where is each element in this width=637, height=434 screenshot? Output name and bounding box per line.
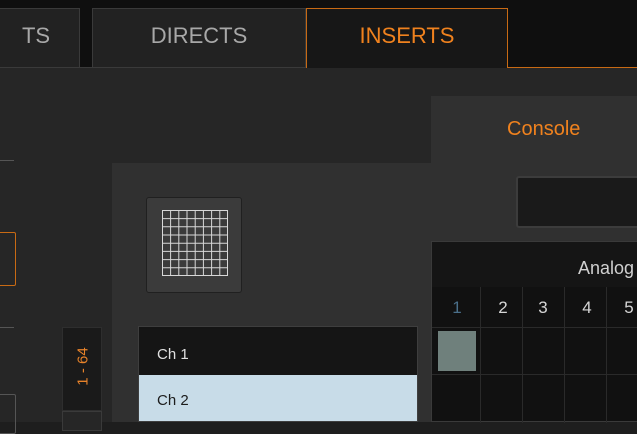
left-side-button[interactable] bbox=[0, 394, 16, 434]
range-tab-1-64[interactable]: 1 - 64 bbox=[62, 327, 102, 411]
channel-list-item-selected[interactable]: Ch 2 bbox=[139, 375, 417, 421]
matrix-title: Analog bbox=[578, 258, 635, 278]
left-divider-bottom bbox=[0, 327, 14, 328]
tab-directs[interactable]: DIRECTS bbox=[92, 8, 306, 68]
matrix-grid-line bbox=[432, 374, 637, 375]
grid-view-button[interactable] bbox=[146, 197, 242, 293]
matrix-header: Analog bbox=[432, 242, 637, 287]
channel-label: Ch 2 bbox=[157, 392, 189, 409]
tab-inserts-label: INSERTS bbox=[359, 23, 455, 48]
matrix-column-header: 3 bbox=[538, 298, 548, 317]
left-side-button-selected[interactable] bbox=[0, 232, 16, 286]
matrix-column-header: 4 bbox=[582, 298, 592, 317]
grid-icon bbox=[162, 210, 228, 276]
tab-partial-left[interactable]: TS bbox=[0, 8, 80, 68]
matrix-grid-line bbox=[564, 287, 565, 423]
range-tab-next[interactable] bbox=[62, 411, 102, 431]
matrix-grid-line bbox=[432, 327, 637, 328]
routing-matrix: Analog 1 2 3 4 5 bbox=[431, 241, 637, 423]
matrix-column-header: 2 bbox=[498, 298, 508, 317]
tab-inserts[interactable]: INSERTS bbox=[306, 8, 508, 68]
tab-directs-label: DIRECTS bbox=[150, 23, 248, 48]
matrix-grid-line bbox=[606, 287, 607, 423]
left-divider-top bbox=[0, 160, 14, 161]
console-select-dropdown[interactable] bbox=[516, 176, 637, 228]
channel-list-item[interactable]: Ch 1 bbox=[139, 329, 417, 375]
tab-partial-left-label: TS bbox=[21, 23, 51, 48]
tab-console-label: Console bbox=[507, 118, 581, 140]
matrix-grid-line bbox=[480, 287, 481, 423]
matrix-grid-line bbox=[522, 287, 523, 423]
matrix-cell-active[interactable] bbox=[438, 331, 476, 371]
tab-console[interactable]: Console bbox=[431, 96, 637, 164]
matrix-column-header: 5 bbox=[624, 298, 634, 317]
channel-list: Ch 1 Ch 2 bbox=[138, 326, 418, 422]
channel-label: Ch 1 bbox=[157, 346, 189, 363]
matrix-column-header: 1 bbox=[452, 298, 462, 317]
top-tab-bar: TS DIRECTS INSERTS bbox=[0, 0, 637, 68]
range-tab-label: 1 - 64 bbox=[74, 347, 92, 386]
